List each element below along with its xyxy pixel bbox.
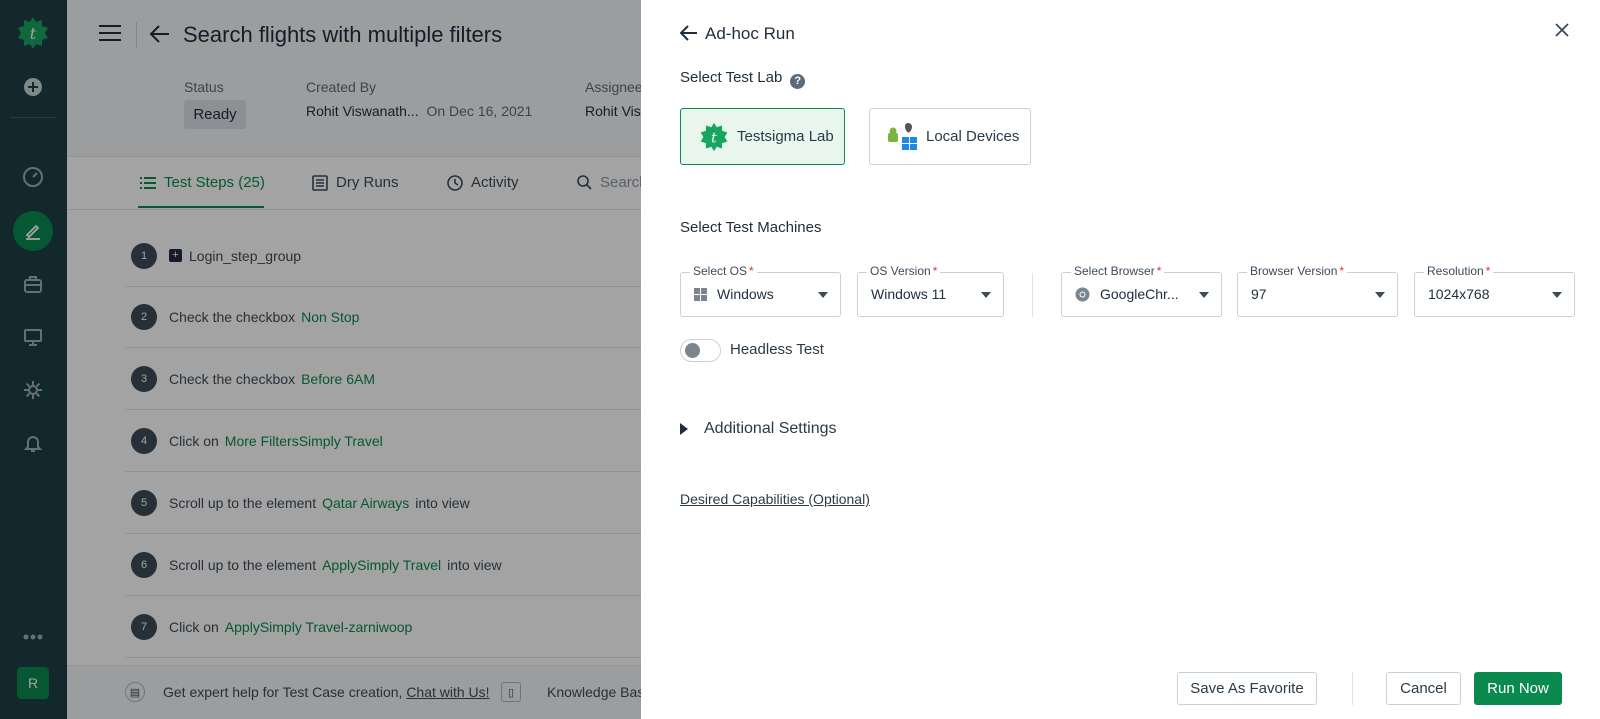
select-test-machines-heading: Select Test Machines [680,219,822,236]
resolution-dropdown[interactable]: Resolution * 1024x768 [1414,264,1575,317]
resolution-value: 1024x768 [1428,286,1490,302]
close-icon[interactable] [1554,22,1570,43]
select-os-label: Select OS * [690,264,757,278]
save-as-favorite-button[interactable]: Save As Favorite [1177,672,1317,705]
browser-version-value: 97 [1251,286,1267,302]
select-os-dropdown[interactable]: Select OS * Windows [680,264,841,317]
additional-settings-toggle[interactable]: Additional Settings [680,420,837,438]
chevron-down-icon [1199,292,1209,298]
cancel-button[interactable]: Cancel [1386,672,1461,705]
os-version-value: Windows 11 [871,286,947,302]
windows-icon [694,287,707,301]
browser-version-label: Browser Version * [1247,264,1348,278]
drawer-title: Ad-hoc Run [705,24,795,43]
chevron-down-icon [981,292,991,298]
chevron-down-icon [1552,292,1562,298]
devices-os-icon [887,121,919,153]
select-group-divider [1032,273,1033,317]
adhoc-run-drawer: Ad-hoc Run Select Test Lab? t Testsigma … [641,0,1600,719]
os-version-dropdown[interactable]: OS Version * Windows 11 [857,264,1004,317]
select-test-lab-label: Select Test Lab [680,69,783,86]
toggle-knob [685,343,700,358]
local-devices-label: Local Devices [926,128,1020,145]
select-browser-value: GoogleChr... [1075,286,1179,302]
button-divider [1352,672,1353,705]
select-browser-dropdown[interactable]: Select Browser * GoogleChr... [1061,264,1222,317]
select-test-lab-heading: Select Test Lab? [680,69,806,89]
run-now-button[interactable]: Run Now [1474,672,1562,705]
headless-test-label: Headless Test [730,341,824,358]
chrome-icon [1075,287,1090,301]
help-icon[interactable]: ? [790,73,806,89]
testsigma-lab-option[interactable]: t Testsigma Lab [680,108,845,165]
select-os-value: Windows [694,286,774,302]
testsigma-lab-label: Testsigma Lab [737,128,834,145]
back-arrow-icon[interactable] [679,25,698,46]
select-browser-label: Select Browser * [1071,264,1165,278]
chevron-down-icon [818,292,828,298]
caret-right-icon [680,423,688,435]
local-devices-option[interactable]: Local Devices [869,108,1031,165]
resolution-label: Resolution * [1424,264,1494,278]
chevron-down-icon [1375,292,1385,298]
desired-capabilities-link[interactable]: Desired Capabilities (Optional) [680,491,870,507]
testsigma-logo-icon: t [698,121,730,153]
browser-version-dropdown[interactable]: Browser Version * 97 [1237,264,1398,317]
headless-test-toggle[interactable] [680,339,721,362]
os-version-label: OS Version * [867,264,941,278]
additional-settings-label: Additional Settings [704,420,837,437]
svg-text:t: t [711,130,717,146]
